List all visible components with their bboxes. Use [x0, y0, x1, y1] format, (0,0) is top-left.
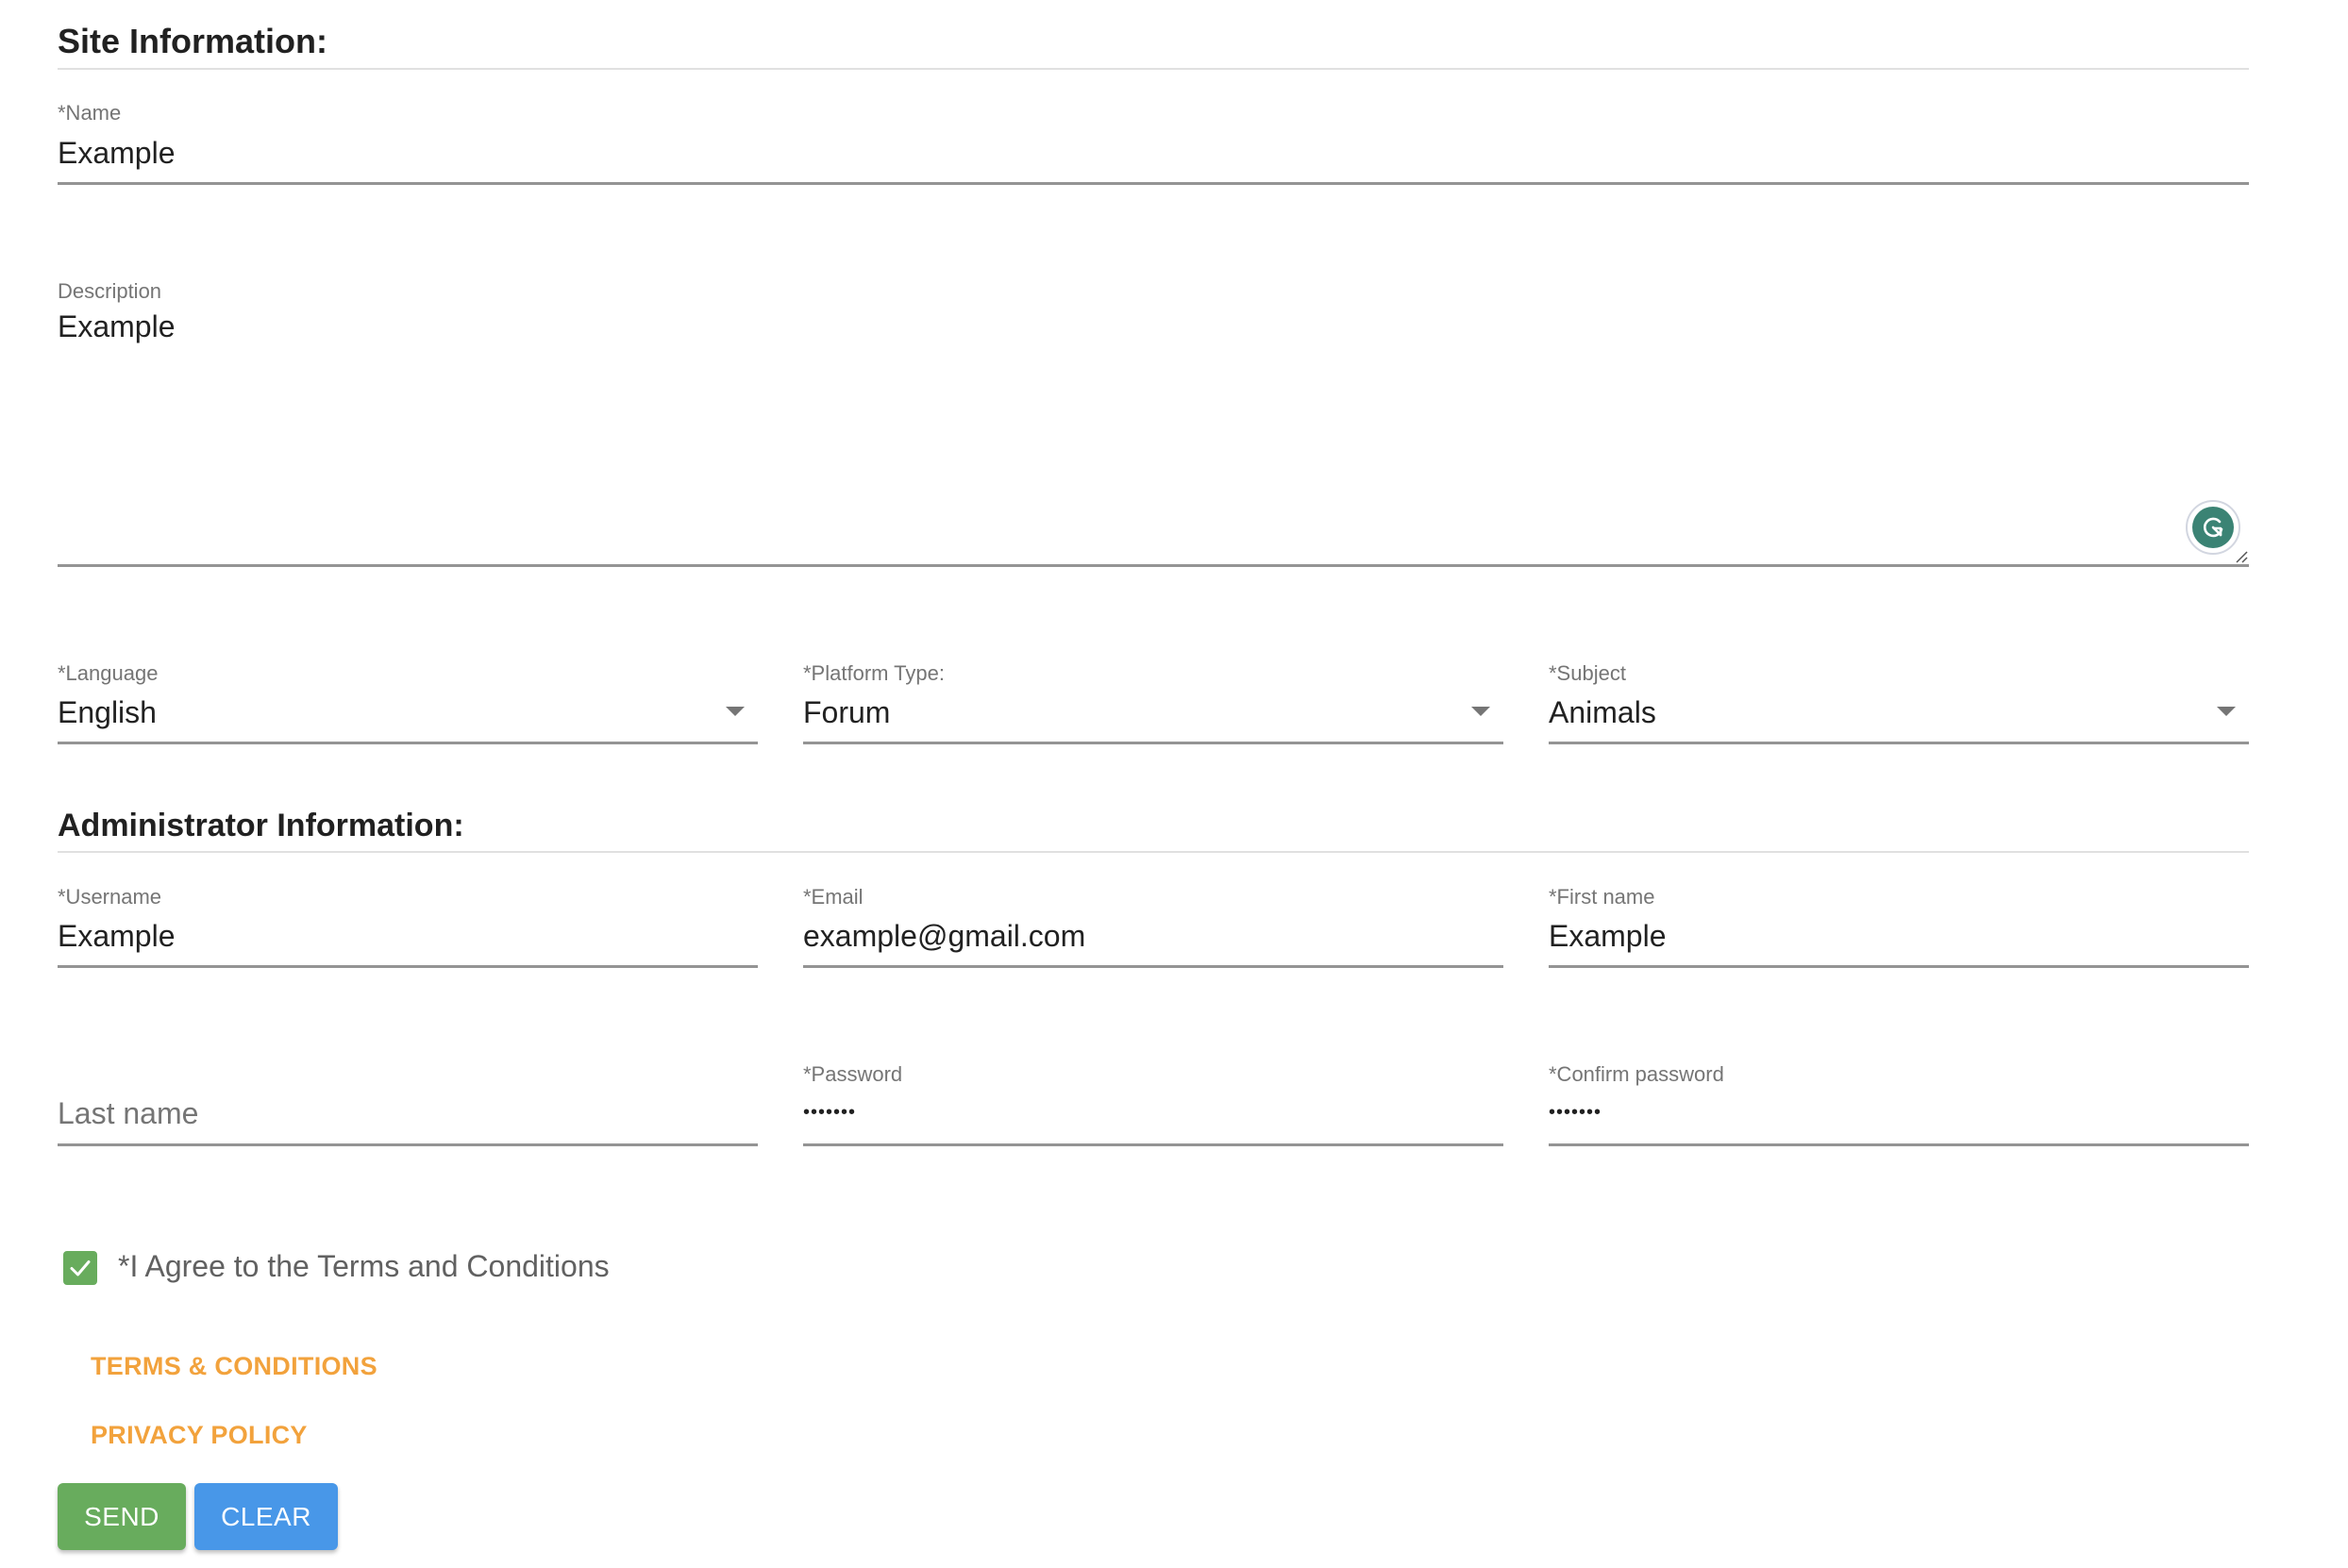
first-name-underline	[1549, 965, 2249, 968]
description-textarea[interactable]: Description Example	[58, 274, 2249, 568]
description-label: Description	[58, 279, 162, 303]
email-input-value[interactable]: example@gmail.com	[803, 921, 1085, 951]
subject-selected-value: Animals	[1549, 695, 1656, 729]
site-information-divider	[58, 68, 2249, 70]
description-input-value[interactable]: Example	[58, 311, 176, 342]
subject-label: *Subject	[1549, 661, 1626, 685]
confirm-password-label: *Confirm password	[1549, 1062, 1724, 1086]
confirm-password-underline	[1549, 1143, 2249, 1146]
subject-underline	[1549, 742, 2249, 744]
last-name-placeholder[interactable]: Last name	[58, 1098, 198, 1128]
last-name-underline	[58, 1143, 758, 1146]
first-name-field[interactable]: *First name Example	[1549, 877, 2249, 972]
language-underline	[58, 742, 758, 744]
confirm-password-masked-value[interactable]: •••••••	[1549, 1103, 1602, 1122]
send-button[interactable]: SEND	[58, 1483, 186, 1550]
subject-select[interactable]: *Subject Animals	[1549, 651, 2249, 745]
confirm-password-field[interactable]: *Confirm password •••••••	[1549, 1055, 2249, 1149]
email-field[interactable]: *Email example@gmail.com	[803, 877, 1503, 972]
username-input-value[interactable]: Example	[58, 921, 176, 951]
language-selected-value: English	[58, 695, 157, 729]
agree-terms-checkbox[interactable]	[63, 1251, 97, 1285]
name-field[interactable]: *Name Example	[58, 94, 2249, 185]
platform-type-select[interactable]: *Platform Type: Forum	[803, 651, 1503, 745]
email-underline	[803, 965, 1503, 968]
name-input-value[interactable]: Example	[58, 138, 176, 168]
site-information-heading: Site Information:	[58, 22, 327, 60]
first-name-input-value[interactable]: Example	[1549, 921, 1667, 951]
email-label: *Email	[803, 885, 864, 909]
platform-type-underline	[803, 742, 1503, 744]
language-label: *Language	[58, 661, 159, 685]
name-underline	[58, 182, 2249, 185]
administrator-information-heading: Administrator Information:	[58, 808, 464, 843]
first-name-label: *First name	[1549, 885, 1655, 909]
grammarly-button[interactable]	[2186, 500, 2240, 555]
username-underline	[58, 965, 758, 968]
username-label: *Username	[58, 885, 162, 909]
platform-type-label: *Platform Type:	[803, 661, 945, 685]
caret-down-icon[interactable]	[1471, 707, 1490, 716]
checkmark-icon	[70, 1260, 91, 1276]
language-select[interactable]: *Language English	[58, 651, 758, 745]
caret-down-icon[interactable]	[726, 707, 745, 716]
description-underline	[58, 564, 2249, 567]
password-label: *Password	[803, 1062, 903, 1086]
name-label: *Name	[58, 101, 122, 125]
administrator-information-divider	[58, 851, 2249, 853]
clear-button[interactable]: CLEAR	[194, 1483, 338, 1550]
grammarly-icon	[2192, 507, 2234, 548]
resize-handle-icon[interactable]	[2235, 550, 2248, 563]
username-field[interactable]: *Username Example	[58, 877, 758, 972]
last-name-field[interactable]: Last name	[58, 1055, 758, 1149]
password-field[interactable]: *Password •••••••	[803, 1055, 1503, 1149]
platform-type-selected-value: Forum	[803, 695, 891, 729]
terms-conditions-link[interactable]: TERMS & CONDITIONS	[91, 1354, 377, 1379]
password-underline	[803, 1143, 1503, 1146]
agree-terms-label[interactable]: *I Agree to the Terms and Conditions	[118, 1251, 610, 1281]
privacy-policy-link[interactable]: PRIVACY POLICY	[91, 1423, 308, 1448]
caret-down-icon[interactable]	[2217, 707, 2236, 716]
password-masked-value[interactable]: •••••••	[803, 1103, 856, 1122]
